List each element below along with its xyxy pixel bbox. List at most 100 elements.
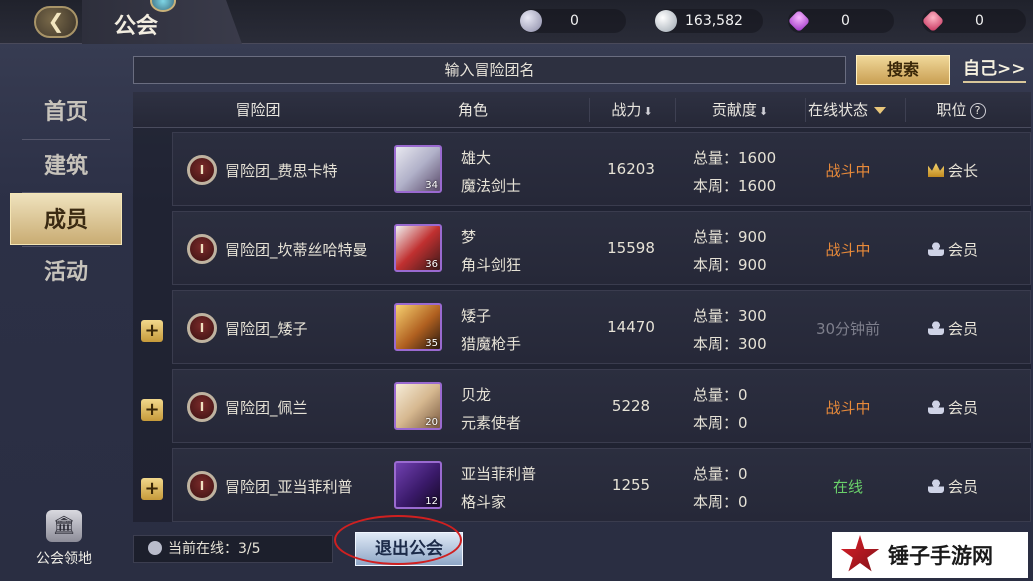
team-name: 冒险团_矮子 xyxy=(225,320,308,338)
currency-coin[interactable]: 163,582 xyxy=(655,9,763,33)
member-icon xyxy=(928,400,944,414)
character-avatar[interactable]: 35 xyxy=(394,303,442,351)
back-arrow-icon: ❮ xyxy=(47,9,65,33)
column-header-label: 贡献度 xyxy=(711,101,757,119)
currency-silver[interactable]: 0 xyxy=(520,9,626,33)
team-name: 冒险团_坎蒂丝哈特曼 xyxy=(225,241,368,259)
sidebar-item-members[interactable]: 成员 xyxy=(10,193,122,245)
online-status: 战斗中 xyxy=(825,241,871,259)
top-bar: ❮ 公会 0 163,582 0 0 xyxy=(0,0,1033,44)
avatar-level: 36 xyxy=(425,259,438,270)
character-class: 角斗剑狂 xyxy=(461,256,522,274)
guild-rank-icon: I xyxy=(187,234,217,264)
contribution-week: 本周：0 xyxy=(693,493,748,511)
character-name: 贝龙 xyxy=(461,386,492,404)
member-role: 会员 xyxy=(928,476,978,497)
dropdown-triangle-icon xyxy=(874,107,886,114)
coin-icon xyxy=(655,10,677,32)
add-friend-button[interactable]: + xyxy=(141,478,163,500)
member-role: 会员 xyxy=(928,397,978,418)
currency-red-gem[interactable]: 0 xyxy=(921,9,1026,33)
sidebar-item-home[interactable]: 首页 xyxy=(10,86,122,138)
table-row[interactable]: I 冒险团_坎蒂丝哈特曼 36 梦 角斗剑狂 15598 总量：900 本周：9… xyxy=(172,211,1031,285)
column-header-label: 角色 xyxy=(457,101,488,119)
column-header-status[interactable]: 在线状态 xyxy=(791,92,903,128)
power-value: 1255 xyxy=(611,476,651,494)
team-name: 冒险团_佩兰 xyxy=(225,399,308,417)
add-friend-button[interactable]: + xyxy=(141,320,163,342)
contribution-total: 总量：300 xyxy=(693,307,767,325)
sidebar-item-activities[interactable]: 活动 xyxy=(10,246,122,298)
power-value: 14470 xyxy=(607,318,655,336)
crown-icon xyxy=(928,163,944,177)
temple-icon: 🏛 xyxy=(46,510,82,542)
column-header-power[interactable]: 战力 ⬇ xyxy=(590,92,674,128)
table-row[interactable]: I 冒险团_佩兰 20 贝龙 元素使者 5228 总量：0 本周：0 战斗中 会… xyxy=(172,369,1031,443)
table-row[interactable]: I 冒险团_亚当菲利普 12 亚当菲利普 格斗家 1255 总量：0 本周：0 … xyxy=(172,448,1031,522)
character-name: 矮子 xyxy=(461,307,492,325)
character-name: 雄大 xyxy=(461,149,492,167)
currency-purple-gem[interactable]: 0 xyxy=(787,9,894,33)
highlight-circle xyxy=(334,515,462,565)
character-class: 魔法剑士 xyxy=(461,177,522,195)
role-label: 会员 xyxy=(948,478,979,496)
column-header-label: 战力 xyxy=(611,101,642,119)
member-icon xyxy=(928,479,944,493)
character-name: 亚当菲利普 xyxy=(461,465,537,483)
column-header-contribution[interactable]: 贡献度 ⬇ xyxy=(676,92,804,128)
add-friend-button[interactable]: + xyxy=(141,399,163,421)
role-label: 会员 xyxy=(948,399,979,417)
guild-rank-icon: I xyxy=(187,155,217,185)
member-icon xyxy=(928,321,944,335)
character-avatar[interactable]: 34 xyxy=(394,145,442,193)
power-value: 5228 xyxy=(611,397,651,415)
member-table: 冒险团 角色 战力 ⬇ 贡献度 ⬇ 在线状态 职位? I 冒险团_费思卡特 34 雄… xyxy=(133,92,1031,522)
online-count: 当前在线：3/5 xyxy=(168,541,261,557)
sort-down-icon: ⬇ xyxy=(643,105,653,118)
column-header-label: 职位 xyxy=(936,101,967,119)
contribution-total: 总量：0 xyxy=(693,386,748,404)
self-link[interactable]: 自己>> xyxy=(963,54,1026,83)
help-icon[interactable]: ? xyxy=(969,102,986,119)
character-class: 猎魔枪手 xyxy=(461,335,522,353)
watermark: 锤子手游网 xyxy=(832,532,1028,578)
role-label: 会员 xyxy=(948,320,979,338)
sidebar: 首页 建筑 成员 活动 xyxy=(10,86,122,296)
search-button[interactable]: 搜索 xyxy=(856,55,950,85)
currency-value: 0 xyxy=(841,13,850,29)
guild-rank-icon: I xyxy=(187,471,217,501)
avatar-level: 34 xyxy=(425,180,438,191)
member-role: 会员 xyxy=(928,239,978,260)
back-button[interactable]: ❮ xyxy=(34,6,78,38)
column-header-character: 角色 xyxy=(403,92,543,128)
member-icon xyxy=(928,242,944,256)
character-name: 梦 xyxy=(461,228,477,246)
contribution-total: 总量：900 xyxy=(693,228,767,246)
table-header: 冒险团 角色 战力 ⬇ 贡献度 ⬇ 在线状态 职位? xyxy=(133,92,1031,128)
table-row[interactable]: I 冒险团_费思卡特 34 雄大 魔法剑士 16203 总量：1600 本周：1… xyxy=(172,132,1031,206)
online-status: 战斗中 xyxy=(825,162,871,180)
sidebar-item-buildings[interactable]: 建筑 xyxy=(10,140,122,192)
search-input[interactable] xyxy=(133,56,846,84)
online-status: 30分钟前 xyxy=(815,320,881,338)
watermark-text: 锤子手游网 xyxy=(888,544,993,568)
guild-rank-icon: I xyxy=(187,392,217,422)
avatar-level: 12 xyxy=(425,496,438,507)
online-status: 战斗中 xyxy=(825,399,871,417)
column-header-team: 冒险团 xyxy=(183,92,333,128)
guild-territory-button[interactable]: 🏛 公会领地 xyxy=(26,510,102,568)
purple-gem-icon xyxy=(787,9,811,33)
power-value: 15598 xyxy=(607,239,655,257)
sort-down-icon: ⬇ xyxy=(758,105,769,118)
contribution-week: 本周：0 xyxy=(693,414,748,432)
power-value: 16203 xyxy=(607,160,655,178)
table-row[interactable]: I 冒险团_矮子 35 矮子 猎魔枪手 14470 总量：300 本周：300 … xyxy=(172,290,1031,364)
online-user-icon xyxy=(148,541,162,555)
red-gem-icon xyxy=(921,9,945,33)
character-avatar[interactable]: 20 xyxy=(394,382,442,430)
avatar-level: 35 xyxy=(425,338,438,349)
character-avatar[interactable]: 12 xyxy=(394,461,442,509)
currency-value: 0 xyxy=(570,13,579,29)
member-role: 会员 xyxy=(928,318,978,339)
character-avatar[interactable]: 36 xyxy=(394,224,442,272)
